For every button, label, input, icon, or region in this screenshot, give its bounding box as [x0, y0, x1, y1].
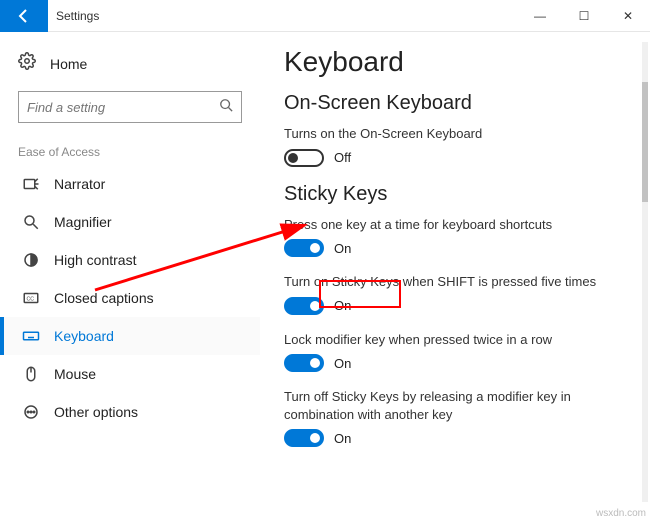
sidebar-item-magnifier[interactable]: Magnifier [0, 203, 260, 241]
toggle-label: On [334, 356, 351, 371]
toggle-osk[interactable] [284, 149, 324, 167]
gear-icon [18, 52, 36, 75]
scrollbar-thumb[interactable] [642, 82, 648, 202]
toggle-label: Off [334, 150, 351, 165]
toggle-label: On [334, 241, 351, 256]
other-icon [22, 403, 40, 421]
window-controls: — ☐ ✕ [518, 0, 650, 32]
titlebar: Settings — ☐ ✕ [0, 0, 650, 32]
sidebar-item-keyboard[interactable]: Keyboard [0, 317, 260, 355]
toggle-label: On [334, 298, 351, 313]
toggle-row-osk: Off [284, 149, 626, 167]
toggle-sticky-release[interactable] [284, 429, 324, 447]
sidebar-item-label: Closed captions [54, 290, 154, 306]
toggle-sticky-lock[interactable] [284, 354, 324, 372]
home-link[interactable]: Home [0, 46, 260, 87]
magnifier-icon [22, 213, 40, 231]
toggle-row-sticky-2: On [284, 297, 626, 315]
sidebar-item-mouse[interactable]: Mouse [0, 355, 260, 393]
section-header-sticky: Sticky Keys [284, 183, 626, 206]
mouse-icon [22, 365, 40, 383]
search-box[interactable] [18, 91, 242, 123]
maximize-button[interactable]: ☐ [562, 0, 606, 32]
sidebar-item-closed-captions[interactable]: CC Closed captions [0, 279, 260, 317]
sidebar-item-high-contrast[interactable]: High contrast [0, 241, 260, 279]
toggle-row-sticky-4: On [284, 429, 626, 447]
page-title: Keyboard [284, 46, 626, 78]
setting-desc: Turn on Sticky Keys when SHIFT is presse… [284, 273, 626, 291]
cc-icon: CC [22, 289, 40, 307]
arrow-left-icon [16, 8, 32, 24]
close-button[interactable]: ✕ [606, 0, 650, 32]
sidebar-item-other-options[interactable]: Other options [0, 393, 260, 431]
svg-text:CC: CC [27, 296, 35, 302]
narrator-icon [22, 175, 40, 193]
setting-desc: Turns on the On-Screen Keyboard [284, 125, 626, 143]
window-title: Settings [56, 9, 99, 23]
sidebar-item-narrator[interactable]: Narrator [0, 165, 260, 203]
minimize-button[interactable]: — [518, 0, 562, 32]
search-icon [219, 98, 233, 117]
setting-desc: Turn off Sticky Keys by releasing a modi… [284, 388, 626, 423]
toggle-row-sticky-1: On [284, 239, 626, 257]
back-button[interactable] [0, 0, 48, 32]
setting-desc: Lock modifier key when pressed twice in … [284, 331, 626, 349]
sidebar-item-label: Narrator [54, 176, 105, 192]
sidebar: Home Ease of Access Narrator Magnifier H… [0, 32, 260, 523]
sidebar-section-header: Ease of Access [0, 139, 260, 165]
watermark: wsxdn.com [596, 508, 646, 519]
setting-desc: Press one key at a time for keyboard sho… [284, 216, 626, 234]
contrast-icon [22, 251, 40, 269]
toggle-sticky-shortcuts[interactable] [284, 239, 324, 257]
home-label: Home [50, 56, 87, 72]
sidebar-item-label: High contrast [54, 252, 136, 268]
sidebar-item-label: Magnifier [54, 214, 112, 230]
sidebar-item-label: Other options [54, 404, 138, 420]
toggle-label: On [334, 431, 351, 446]
main-panel: Keyboard On-Screen Keyboard Turns on the… [260, 32, 650, 523]
sidebar-item-label: Mouse [54, 366, 96, 382]
sidebar-item-label: Keyboard [54, 328, 114, 344]
section-header-osk: On-Screen Keyboard [284, 92, 626, 115]
toggle-row-sticky-3: On [284, 354, 626, 372]
search-input[interactable] [27, 100, 219, 115]
keyboard-icon [22, 327, 40, 345]
toggle-sticky-shift5[interactable] [284, 297, 324, 315]
